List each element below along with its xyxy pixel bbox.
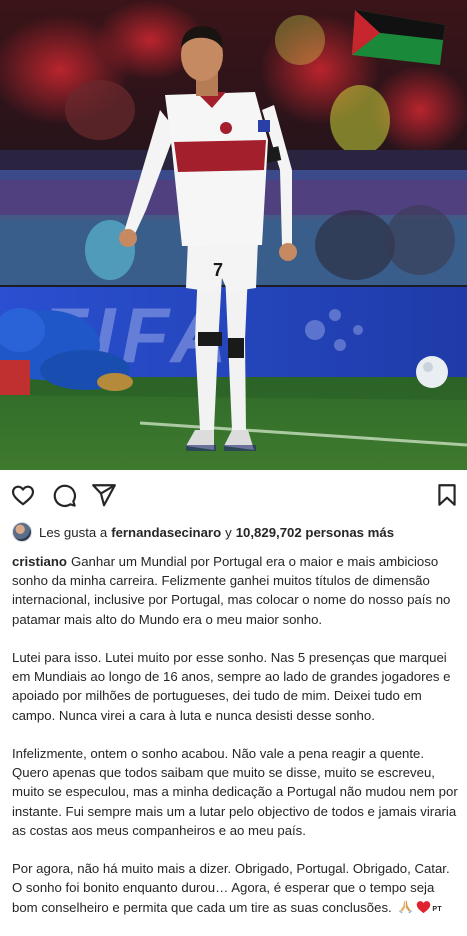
- likes-connector: y: [225, 524, 232, 540]
- caption-paragraph: Por agora, não há muito mais a dizer. Ob…: [12, 859, 460, 919]
- caption-paragraph: Infelizmente, ontem o sonho acabou. Não …: [12, 746, 458, 838]
- heart-icon: [11, 485, 35, 506]
- liker-username[interactable]: fernandasecinaro: [111, 525, 221, 540]
- likes-summary[interactable]: Les gusta a fernandasecinaro y 10,829,70…: [12, 521, 462, 543]
- likes-prefix: Les gusta a: [39, 524, 108, 540]
- shorts-number: 7: [213, 260, 223, 280]
- caption-paragraph: cristiano Ganhar um Mundial por Portugal …: [12, 554, 451, 627]
- post-photo[interactable]: FIFA 7: [0, 0, 467, 470]
- likes-count[interactable]: 10,829,702 personas más: [236, 525, 394, 540]
- like-button[interactable]: [10, 482, 36, 508]
- comment-icon: [53, 484, 76, 507]
- pray-icon: [398, 899, 413, 919]
- photo-scene: FIFA 7: [0, 0, 467, 470]
- caption-username[interactable]: cristiano: [12, 554, 67, 569]
- post-action-bar: [0, 478, 467, 510]
- caption-flag-suffix: PT: [432, 905, 442, 913]
- share-button[interactable]: [91, 482, 117, 508]
- comment-button[interactable]: [51, 482, 77, 508]
- liker-avatar[interactable]: [12, 522, 32, 542]
- post-caption: cristiano Ganhar um Mundial por Portugal …: [12, 552, 460, 919]
- bookmark-icon: [438, 484, 456, 506]
- share-icon: [92, 484, 116, 507]
- save-button[interactable]: [434, 482, 460, 508]
- caption-paragraph: Lutei para isso. Lutei muito por esse so…: [12, 650, 451, 723]
- heart-icon: [416, 900, 431, 919]
